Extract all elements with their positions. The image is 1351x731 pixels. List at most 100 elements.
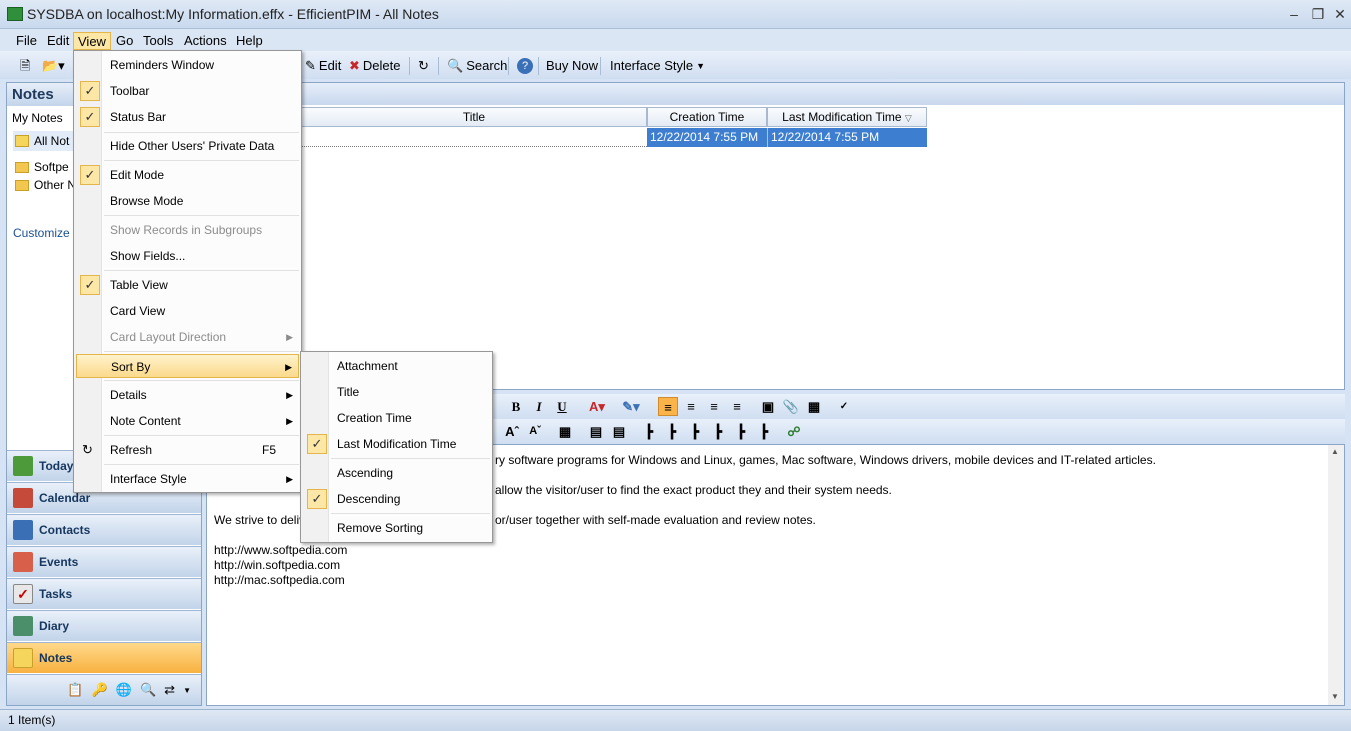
menu-item-card-view[interactable]: Card View [76,299,299,323]
key-icon[interactable]: 🔑 [92,682,108,698]
restore-button[interactable]: ❐ [1307,4,1329,24]
scroll-down-icon[interactable]: ▼ [1331,692,1339,701]
globe-icon[interactable]: 🌐 [116,682,132,698]
tree-icon[interactable]: ┣ [639,422,659,441]
refresh-icon: ↻ [82,442,93,457]
close-button[interactable]: ✕ [1329,4,1351,24]
menu-edit[interactable]: Edit [43,32,73,50]
attachment-icon[interactable]: 📎 [781,397,801,416]
folder-softpedia[interactable]: Softpe [15,160,69,174]
menu-item-reminders-window[interactable]: Reminders Window [76,53,299,77]
sort-descending[interactable]: ✓ Descending [303,487,490,511]
link-icon[interactable]: ☍ [784,422,804,441]
nav-notes[interactable]: Notes [7,642,201,673]
sync-icon[interactable]: ⇄ [164,682,175,698]
title-bar: SYSDBA on localhost:My Information.effx … [0,0,1351,29]
scroll-up-icon[interactable]: ▲ [1331,447,1339,456]
menu-item-hide-private-data[interactable]: Hide Other Users' Private Data [76,134,299,158]
sort-last-modification-time[interactable]: ✓ Last Modification Time [303,432,490,456]
open-icon[interactable]: 📂▾ [38,55,69,77]
nav-tasks[interactable]: ✓ Tasks [7,578,201,609]
copy-icon[interactable]: 📋 [67,682,83,698]
tree-icon[interactable]: ┣ [662,422,682,441]
delete-button[interactable]: ✖ Delete [345,55,404,77]
nav-contacts[interactable]: Contacts [7,514,201,545]
editor-url: http://mac.softpedia.com [214,573,345,587]
column-creation-time[interactable]: Creation Time [647,107,767,127]
align-left-button[interactable]: ≡ [658,397,678,416]
table-insert-icon[interactable]: ▤ [586,422,606,441]
sort-creation-time[interactable]: Creation Time [303,406,490,430]
search-button[interactable]: 🔍 Search [443,55,511,77]
edit-button[interactable]: ✎ Edit [301,55,345,77]
align-center-button[interactable]: ≡ [681,397,701,416]
justify-button[interactable]: ≡ [727,397,747,416]
chevron-right-icon: ▶ [286,390,293,400]
status-bar: 1 Item(s) [0,709,1351,731]
sort-remove[interactable]: Remove Sorting [303,516,490,540]
window-title: SYSDBA on localhost:My Information.effx … [27,6,439,22]
menu-file[interactable]: File [12,32,41,50]
menu-item-refresh[interactable]: ↻ Refresh F5 [76,438,299,462]
menu-help[interactable]: Help [232,32,267,50]
highlight-color-button[interactable]: ✎▾ [616,397,646,416]
menu-item-status-bar[interactable]: ✓ Status Bar [76,105,299,129]
font-color-button[interactable]: A▾ [583,397,611,416]
menu-item-edit-mode[interactable]: ✓ Edit Mode [76,163,299,187]
menu-item-sort-by[interactable]: Sort By ▶ [76,354,299,378]
tree-icon[interactable]: ┣ [731,422,751,441]
bold-button[interactable]: B [506,397,526,416]
checkmark-icon: ✓ [307,434,327,454]
menu-view[interactable]: View [73,32,111,50]
sort-ascending[interactable]: Ascending [303,461,490,485]
home-icon [13,456,33,476]
menu-item-table-view[interactable]: ✓ Table View [76,273,299,297]
insert-image-icon[interactable]: ▣ [758,397,778,416]
menu-item-toolbar[interactable]: ✓ Toolbar [76,79,299,103]
menu-tools[interactable]: Tools [139,32,177,50]
sort-attachment[interactable]: Attachment [303,354,490,378]
cell-modified-time[interactable]: 12/22/2014 7:55 PM [767,128,927,147]
diary-icon [13,616,33,636]
table-row[interactable] [301,128,647,147]
help-icon[interactable]: ? [513,55,537,77]
sort-title[interactable]: Title [303,380,490,404]
nav-diary[interactable]: Diary [7,610,201,641]
notes-grid: Title Creation Time Last Modification Ti… [206,82,1345,390]
menu-item-show-fields[interactable]: Show Fields... [76,244,299,268]
align-right-button[interactable]: ≡ [704,397,724,416]
folder-other[interactable]: Other N [15,178,76,192]
table-icon[interactable]: ▦ [555,422,575,441]
menu-actions[interactable]: Actions [180,32,231,50]
nav-events[interactable]: Events [7,546,201,577]
editor-scrollbar[interactable]: ▲ ▼ [1328,445,1344,705]
insert-object-icon[interactable]: ▦ [804,397,824,416]
tree-icon[interactable]: ┣ [708,422,728,441]
menu-item-browse-mode[interactable]: Browse Mode [76,189,299,213]
chevron-down-icon[interactable]: ▼ [183,686,191,695]
shrink-font-icon[interactable]: Aˇ [525,422,545,441]
search-icon[interactable]: 🔍 [140,682,156,698]
buy-now-button[interactable]: Buy Now [542,55,602,77]
table-delete-icon[interactable]: ▤ [609,422,629,441]
menu-item-details[interactable]: Details ▶ [76,383,299,407]
column-title[interactable]: Title [301,107,647,127]
tree-icon[interactable]: ┣ [685,422,705,441]
new-icon[interactable]: 🗎 [16,55,34,77]
editor-url: http://win.softpedia.com [214,558,341,572]
tree-icon[interactable]: ┣ [754,422,774,441]
spellcheck-icon[interactable]: ✓ [834,397,854,416]
menu-go[interactable]: Go [112,32,137,50]
refresh-shortcut: F5 [262,443,277,457]
grow-font-icon[interactable]: Aˆ [502,422,522,441]
cell-creation-time[interactable]: 12/22/2014 7:55 PM [647,128,767,147]
underline-button[interactable]: U [552,397,572,416]
minimize-button[interactable]: – [1283,4,1305,24]
italic-button[interactable]: I [529,397,549,416]
edit-icon: ✎ [305,58,316,73]
column-last-modification-time[interactable]: Last Modification Time ▽ [767,107,927,127]
menu-item-note-content[interactable]: Note Content ▶ [76,409,299,433]
interface-style-button[interactable]: Interface Style ▼ [606,55,709,77]
refresh-icon[interactable]: ↻ [414,55,433,77]
menu-item-interface-style[interactable]: Interface Style ▶ [76,467,299,491]
